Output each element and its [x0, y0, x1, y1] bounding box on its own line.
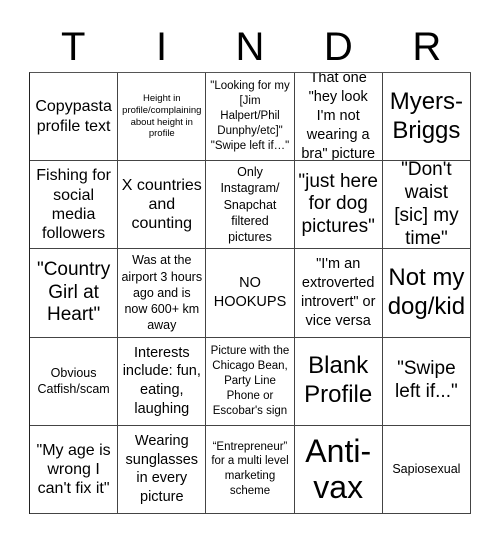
cell-text: "Country Girl at Heart" [36, 258, 111, 326]
cell-text: “Entrepreneur” for a multi level marketi… [211, 440, 289, 498]
cell-text: NO HOOKUPS [213, 275, 287, 310]
bingo-cell[interactable]: Copypasta profile text [30, 73, 119, 162]
header-letter-i: I [156, 25, 168, 69]
bingo-cell[interactable]: Height in profile/complaining about heig… [118, 73, 207, 162]
bingo-cell[interactable]: Not my dog/kid [382, 249, 471, 338]
cell-text: Only Instagram/ Snapchat filtered pictur… [220, 165, 280, 245]
bingo-cell[interactable]: That one "hey look I'm not wearing a bra… [294, 73, 383, 162]
cell-text: Not my dog/kid [387, 264, 466, 320]
bingo-cell[interactable]: Obvious Catfish/scam [30, 337, 119, 426]
cell-text: Height in profile/complaining about heig… [122, 92, 202, 140]
cell-text: Anti-vax [305, 432, 372, 506]
bingo-header: T I N D R [29, 22, 471, 72]
cell-text: Obvious Catfish/scam [37, 365, 110, 397]
cell-text: X countries and counting [121, 177, 202, 233]
bingo-cell[interactable]: Wearing sunglasses in every picture [118, 425, 207, 514]
bingo-cell[interactable]: “Entrepreneur” for a multi level marketi… [206, 425, 295, 514]
bingo-cell[interactable]: "I'm an extroverted introvert" or vice v… [294, 249, 383, 338]
cell-text: Myers-Briggs [389, 87, 464, 144]
bingo-cell[interactable]: X countries and counting [118, 161, 207, 250]
bingo-cell[interactable]: Sapiosexual [382, 425, 471, 514]
bingo-cell[interactable]: Was at the airport 3 hours ago and is no… [118, 249, 207, 338]
bingo-cell[interactable]: "Looking for my [Jim Halpert/Phil Dunphy… [206, 73, 295, 162]
cell-text: Sapiosexual [392, 462, 461, 477]
cell-text: "Swipe left if..." [395, 358, 458, 403]
cell-text: Wearing sunglasses in every picture [125, 432, 199, 506]
cell-text: Fishing for social media followers [36, 167, 111, 242]
bingo-cell[interactable]: Only Instagram/ Snapchat filtered pictur… [206, 161, 295, 250]
cell-text: Interests include: fun, eating, laughing [122, 344, 201, 418]
cell-text: Was at the airport 3 hours ago and is no… [121, 253, 203, 333]
bingo-cell[interactable]: "Don't waist [sic] my time" [382, 161, 471, 250]
cell-text: "just here for dog pictures" [298, 170, 378, 238]
bingo-cell[interactable]: "Swipe left if..." [382, 337, 471, 426]
bingo-cell[interactable]: Anti-vax [294, 425, 383, 514]
bingo-cell[interactable]: "My age is wrong I can't fix it" [30, 425, 119, 514]
bingo-cell[interactable]: Myers-Briggs [382, 73, 471, 162]
cell-text: Copypasta profile text [35, 98, 112, 135]
header-letter-d: D [323, 25, 353, 69]
cell-text: Blank Profile [304, 352, 373, 409]
header-letter-r: R [412, 25, 442, 69]
bingo-cell[interactable]: "just here for dog pictures" [294, 161, 383, 250]
cell-text: That one "hey look I'm not wearing a bra… [301, 73, 376, 162]
bingo-cell[interactable]: NO HOOKUPS [206, 249, 295, 338]
bingo-cell[interactable]: Picture with the Chicago Bean, Party Lin… [206, 337, 295, 426]
cell-text: Picture with the Chicago Bean, Party Lin… [210, 344, 290, 417]
bingo-cell[interactable]: "Country Girl at Heart" [30, 249, 119, 338]
header-letter-t: T [60, 25, 86, 69]
bingo-cell[interactable]: Fishing for social media followers [30, 161, 119, 250]
bingo-cell[interactable]: Blank Profile [294, 337, 383, 426]
cell-text: "My age is wrong I can't fix it" [36, 441, 111, 497]
bingo-cell[interactable]: Interests include: fun, eating, laughing [118, 337, 207, 426]
bingo-grid: Copypasta profile text Height in profile… [29, 72, 471, 514]
cell-text: "Looking for my [Jim Halpert/Phil Dunphy… [210, 80, 290, 152]
cell-text: "I'm an extroverted introvert" or vice v… [300, 256, 376, 329]
cell-text: "Don't waist [sic] my time" [394, 161, 459, 249]
header-letter-n: N [235, 25, 265, 69]
